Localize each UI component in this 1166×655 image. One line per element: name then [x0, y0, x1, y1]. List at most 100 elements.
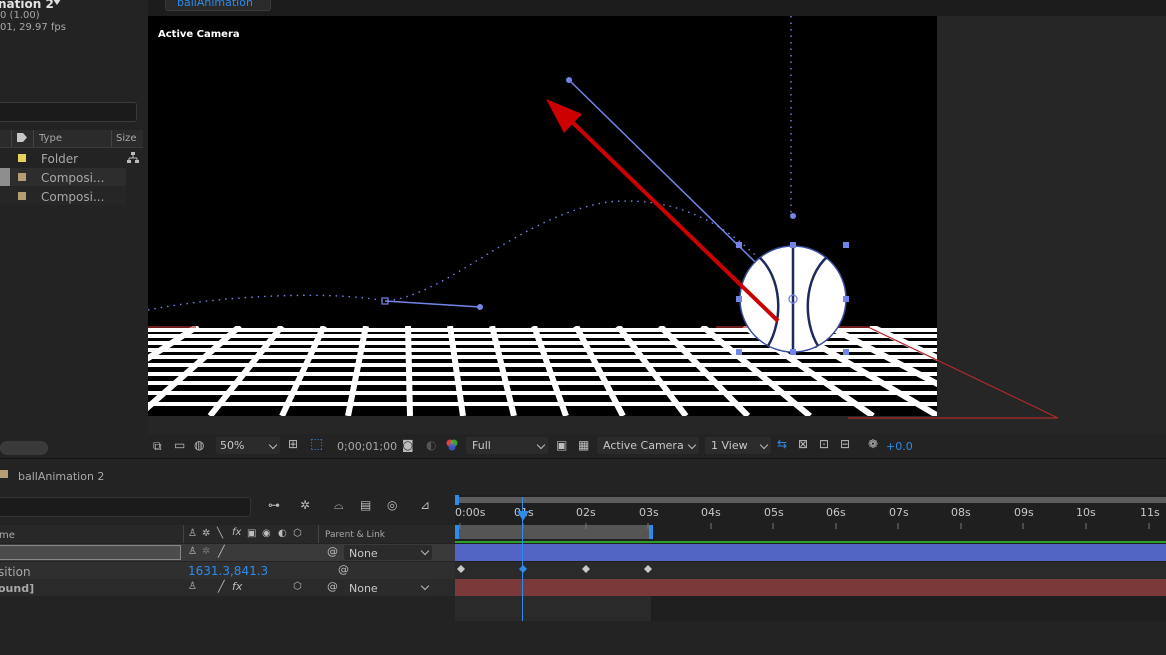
region-of-interest-icon[interactable]: ⊞ — [288, 438, 298, 450]
show-snapshot-icon[interactable]: ◐ — [426, 439, 436, 451]
label-swatch — [18, 154, 26, 162]
comp-label-swatch — [0, 470, 8, 478]
transform-handle[interactable] — [843, 349, 849, 355]
navigator-start-handle[interactable] — [455, 495, 459, 505]
label-swatch — [18, 192, 26, 200]
motion-blur-icon[interactable]: ◉ — [262, 529, 271, 539]
transparency-grid-icon[interactable]: ⬚ — [310, 437, 323, 451]
hide-shy-layers-icon[interactable]: ⌓ — [334, 499, 344, 511]
collapse-icon[interactable]: ✲ — [202, 529, 210, 539]
column-parent[interactable]: Parent & Link — [325, 531, 385, 540]
view-dropdown[interactable]: Active Camera — [597, 437, 699, 454]
playhead-icon[interactable] — [517, 511, 529, 521]
quality-icon[interactable]: ╱ — [218, 581, 225, 592]
fast-previews-icon[interactable]: ▣ — [556, 439, 567, 451]
bezier-handle-point-2[interactable] — [566, 77, 572, 83]
transform-handle[interactable] — [790, 242, 796, 248]
toggle-transparency-icon[interactable]: ▦ — [578, 439, 589, 451]
project-comp-info-2: 01, 29.97 fps — [0, 22, 66, 33]
position-value[interactable]: 1631.3,841.3 — [188, 565, 268, 577]
shy-icon[interactable]: ♙ — [188, 547, 197, 557]
fx-icon[interactable]: fx — [232, 528, 241, 538]
pickwhip-icon[interactable]: @ — [327, 581, 338, 592]
project-scrollbar[interactable] — [0, 441, 48, 455]
item-type: Composi... — [41, 171, 105, 185]
resolution-value: Full — [472, 439, 491, 452]
layer-row-ball[interactable]: ♙ ✲ ╱ @ None — [0, 544, 455, 561]
channels-icon[interactable] — [446, 439, 458, 451]
shy-icon[interactable]: ♙ — [188, 582, 197, 592]
fx-icon[interactable]: fx — [232, 581, 242, 592]
transform-handle[interactable] — [736, 349, 742, 355]
frame-blend-icon[interactable]: ▣ — [247, 529, 256, 539]
keyframes[interactable] — [455, 555, 1166, 655]
draft-3d-icon[interactable]: ⊠ — [798, 438, 808, 450]
graph-editor-icon[interactable]: ⊿ — [420, 499, 430, 511]
monitor-icon[interactable]: ▭ — [174, 439, 185, 451]
bezier-handle-point[interactable] — [477, 304, 483, 310]
resolution-dropdown[interactable]: Full — [466, 437, 548, 454]
adjustment-layer-icon[interactable]: ◐ — [278, 529, 287, 539]
ruler-label: 09s — [1014, 506, 1034, 519]
mask-icon[interactable]: ◍ — [194, 439, 204, 451]
project-item-comp[interactable]: Composi... — [0, 187, 126, 205]
comp-canvas[interactable] — [148, 16, 1166, 434]
collapse-icon[interactable]: ✲ — [202, 547, 210, 557]
draft-3d-icon[interactable]: ✲ — [300, 499, 310, 511]
layer-row-background[interactable]: ound] ♙ ╱ fx ⬡ @ None — [0, 579, 455, 596]
timecode-value: 0;00;01;00 — [337, 440, 398, 453]
shy-icon[interactable]: ♙ — [188, 529, 197, 539]
composition-viewer[interactable]: Active Camera — [148, 16, 1166, 434]
transform-handle[interactable] — [790, 349, 796, 355]
quality-icon[interactable]: ╲ — [217, 529, 223, 539]
item-type: Folder — [41, 152, 79, 166]
3d-ground-plane-icon[interactable]: ⊡ — [819, 438, 829, 450]
layout-dropdown[interactable]: 1 View — [705, 437, 771, 454]
ruler-label: 06s — [826, 506, 846, 519]
extended-viewer-icon[interactable]: ⊟ — [840, 438, 850, 450]
motion-blur-icon[interactable]: ◎ — [387, 499, 397, 511]
frame-blending-icon[interactable]: ▤ — [360, 499, 371, 511]
layer-name-field[interactable] — [0, 545, 181, 560]
toggle-pixel-aspect-icon[interactable]: ⇆ — [777, 438, 787, 450]
timeline-search-input[interactable] — [0, 497, 251, 517]
transform-handle[interactable] — [843, 242, 849, 248]
transform-handle[interactable] — [736, 296, 742, 302]
timeline-comp-tab[interactable]: ballAnimation 2 — [18, 471, 104, 482]
reset-exposure-icon[interactable]: ❁ — [868, 438, 878, 450]
viewer-toolbar: ⧉ ▭ ◍ 50% ⊞ ⬚ 0;00;01;00 ◙ ◐ Full ▣ ▦ Ac… — [148, 435, 1166, 457]
transform-handle[interactable] — [843, 296, 849, 302]
expression-pickwhip-icon[interactable]: @ — [338, 564, 349, 575]
3d-layer-icon[interactable]: ⬡ — [293, 529, 302, 539]
parent-dropdown[interactable]: None — [344, 580, 432, 595]
transform-handle[interactable] — [736, 242, 742, 248]
composition-mini-flowchart-icon[interactable]: ⊶ — [268, 499, 280, 511]
column-size[interactable]: Size — [116, 134, 137, 144]
flowchart-icon[interactable] — [127, 152, 139, 164]
pickwhip-icon[interactable]: @ — [327, 546, 338, 557]
zoom-dropdown[interactable]: 50% — [216, 437, 280, 454]
exposure-value[interactable]: +0.0 — [886, 441, 913, 452]
timecode-field[interactable]: 0;00;01;00 — [329, 437, 397, 454]
chevron-down-icon — [420, 546, 430, 556]
3d-layer-icon[interactable]: ⬡ — [293, 582, 302, 592]
project-item-comp-selected[interactable]: Composi... — [0, 168, 126, 186]
ruler-label: 02s — [576, 506, 596, 519]
column-type[interactable]: Type — [39, 134, 62, 144]
comp-dropdown-icon[interactable] — [53, 0, 61, 5]
time-navigator[interactable] — [455, 497, 1166, 503]
project-search-input[interactable] — [0, 102, 137, 122]
time-ruler[interactable] — [455, 505, 1166, 529]
project-column-header: Type Size — [0, 130, 143, 148]
parent-dropdown[interactable]: None — [344, 545, 432, 560]
camera-label: Active Camera — [158, 29, 240, 40]
quality-icon[interactable]: ╱ — [218, 546, 225, 557]
project-item-folder[interactable]: Folder — [0, 150, 143, 168]
viewer-tab[interactable]: ballAnimation — [165, 0, 271, 11]
camera-snapshot-icon[interactable]: ◙ — [402, 439, 414, 451]
always-preview-icon[interactable]: ⧉ — [153, 440, 162, 452]
rotation-handle[interactable] — [790, 213, 796, 219]
label-tag-icon[interactable] — [17, 133, 27, 142]
property-row-position[interactable]: sition 1631.3,841.3 @ — [0, 562, 455, 579]
column-name[interactable]: me — [0, 531, 15, 541]
